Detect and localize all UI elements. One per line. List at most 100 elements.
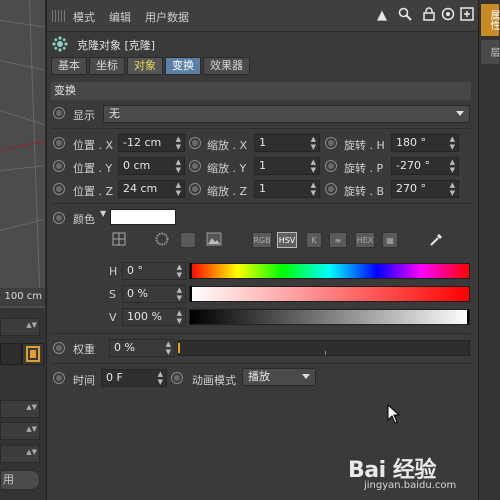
divider xyxy=(51,203,471,204)
saturation-slider[interactable] xyxy=(189,286,470,302)
s-field[interactable]: 0 % ▲ ▼ xyxy=(122,285,186,303)
saturation-slider-handle[interactable] xyxy=(190,286,192,302)
new-panel-icon[interactable] xyxy=(459,7,475,25)
left-field[interactable]: ▲▼ xyxy=(0,422,40,440)
swatches-icon[interactable]: ▦ xyxy=(382,232,398,248)
display-dropdown[interactable]: 无 xyxy=(103,105,470,123)
stepper-icon[interactable]: ▲ ▼ xyxy=(176,135,181,151)
position-z-anim-toggle[interactable] xyxy=(53,183,65,195)
value-slider-handle[interactable] xyxy=(467,309,469,325)
position-z-field[interactable]: 24 cm ▲ ▼ xyxy=(118,180,185,198)
scale-z-label: 缩放 . Z xyxy=(207,185,248,198)
rotation-p-label: 旋转 . P xyxy=(344,162,384,175)
scale-y-anim-toggle[interactable] xyxy=(189,160,201,172)
display-anim-toggle[interactable] xyxy=(53,107,65,119)
weight-anim-toggle[interactable] xyxy=(53,342,65,354)
hue-slider-handle[interactable] xyxy=(190,263,192,279)
v-label: V xyxy=(109,311,117,324)
color-anim-toggle[interactable] xyxy=(53,212,65,224)
search-icon[interactable] xyxy=(397,7,413,25)
left-field[interactable]: ▲▼ xyxy=(0,318,40,336)
dock-tab-layers[interactable]: 层 xyxy=(481,40,499,64)
dock-tab-attributes[interactable]: 属性 xyxy=(481,4,499,36)
stepper-icon[interactable]: ▲ ▼ xyxy=(311,135,316,151)
eyedropper-icon[interactable] xyxy=(428,232,444,248)
color-wheel-icon[interactable] xyxy=(154,232,170,248)
h-field[interactable]: 0 ° ▲ ▼ xyxy=(122,262,186,280)
lock-icon[interactable] xyxy=(421,7,437,25)
stepper-icon[interactable]: ▲ ▼ xyxy=(176,181,181,197)
stepper-icon[interactable]: ▲ ▼ xyxy=(177,309,182,325)
3d-viewport[interactable]: 100 cm xyxy=(0,0,46,308)
anim-mode-dropdown[interactable]: 播放 xyxy=(242,368,316,386)
tab-object[interactable]: 对象 xyxy=(127,57,163,75)
rotation-h-anim-toggle[interactable] xyxy=(325,137,337,149)
stepper-icon[interactable]: ▲ ▼ xyxy=(311,158,316,174)
expand-arrow-icon[interactable]: ▼ xyxy=(100,209,106,218)
left-field[interactable]: ▲▼ xyxy=(0,400,40,418)
stepper-icon[interactable]: ▲ ▼ xyxy=(450,181,455,197)
time-field[interactable]: 0 F ▲ ▼ xyxy=(101,369,167,387)
stepper-icon[interactable]: ▲ ▼ xyxy=(166,340,171,356)
rotation-b-label: 旋转 . B xyxy=(344,185,385,198)
grid-line xyxy=(0,163,45,171)
tab-effectors[interactable]: 效果器 xyxy=(203,57,250,75)
scale-y-value: 1 xyxy=(259,159,266,172)
scale-y-label: 缩放 . Y xyxy=(207,162,247,175)
weight-slider-handle[interactable] xyxy=(178,343,180,353)
film-icon[interactable] xyxy=(22,343,44,365)
tab-transform[interactable]: 变换 xyxy=(165,57,201,75)
weight-value: 0 % xyxy=(114,341,135,354)
grip-icon[interactable] xyxy=(52,10,65,22)
display-value: 无 xyxy=(109,107,120,120)
rotation-b-anim-toggle[interactable] xyxy=(325,183,337,195)
stepper-icon[interactable]: ▲ ▼ xyxy=(176,158,181,174)
rotation-p-field[interactable]: -270 ° ▲ ▼ xyxy=(391,157,459,175)
weight-label: 权重 xyxy=(73,343,95,356)
value-slider[interactable] xyxy=(189,309,470,325)
hex-mode-button[interactable]: HEX xyxy=(355,232,375,248)
kelvin-mode-button[interactable]: K xyxy=(306,232,322,248)
scale-x-anim-toggle[interactable] xyxy=(189,137,201,149)
stepper-icon[interactable]: ▲ ▼ xyxy=(177,286,182,302)
color-swatch[interactable] xyxy=(110,209,176,225)
stepper-icon[interactable]: ▲ ▼ xyxy=(450,158,455,174)
position-y-anim-toggle[interactable] xyxy=(53,160,65,172)
v-field[interactable]: 100 % ▲ ▼ xyxy=(122,308,186,326)
menu-mode[interactable]: 模式 xyxy=(73,9,95,25)
weight-field[interactable]: 0 % ▲ ▼ xyxy=(109,339,175,357)
arrow-up-icon[interactable]: ▲ xyxy=(374,7,390,25)
scale-y-field[interactable]: 1 ▲ ▼ xyxy=(254,157,320,175)
anim-mode-anim-toggle[interactable] xyxy=(171,372,183,384)
rotation-h-field[interactable]: 180 ° ▲ ▼ xyxy=(391,134,459,152)
rotation-b-field[interactable]: 270 ° ▲ ▼ xyxy=(391,180,459,198)
weight-slider[interactable] xyxy=(177,340,470,356)
position-x-anim-toggle[interactable] xyxy=(53,137,65,149)
stepper-icon[interactable]: ▲ ▼ xyxy=(177,263,182,279)
target-icon[interactable] xyxy=(440,7,456,25)
menu-user-data[interactable]: 用户数据 xyxy=(145,9,189,25)
image-icon[interactable] xyxy=(206,232,222,248)
tab-basic[interactable]: 基本 xyxy=(51,57,87,75)
hue-slider[interactable] xyxy=(189,263,470,279)
scale-z-field[interactable]: 1 ▲ ▼ xyxy=(254,180,320,198)
apply-button[interactable]: 用 xyxy=(0,470,40,490)
scale-x-field[interactable]: 1 ▲ ▼ xyxy=(254,134,320,152)
color-spectrum-icon[interactable] xyxy=(180,232,196,248)
color-picker-wheel-icon[interactable] xyxy=(111,232,127,248)
time-anim-toggle[interactable] xyxy=(53,372,65,384)
stepper-icon[interactable]: ▲ ▼ xyxy=(450,135,455,151)
hsv-mode-button[interactable]: HSV xyxy=(277,232,297,248)
rgb-mode-button[interactable]: RGB xyxy=(252,232,272,248)
stepper-icon[interactable]: ▲ ▼ xyxy=(311,181,316,197)
scale-z-anim-toggle[interactable] xyxy=(189,183,201,195)
position-y-field[interactable]: 0 cm ▲ ▼ xyxy=(118,157,185,175)
left-field[interactable]: ▲▼ xyxy=(0,445,40,463)
stepper-icon[interactable]: ▲ ▼ xyxy=(158,370,163,386)
left-tool-icon[interactable] xyxy=(0,343,22,365)
menu-edit[interactable]: 编辑 xyxy=(109,9,131,25)
position-x-field[interactable]: -12 cm ▲ ▼ xyxy=(118,134,185,152)
rotation-p-anim-toggle[interactable] xyxy=(325,160,337,172)
tab-coordinates[interactable]: 坐标 xyxy=(89,57,125,75)
mixer-icon[interactable]: ≡ xyxy=(329,232,347,248)
